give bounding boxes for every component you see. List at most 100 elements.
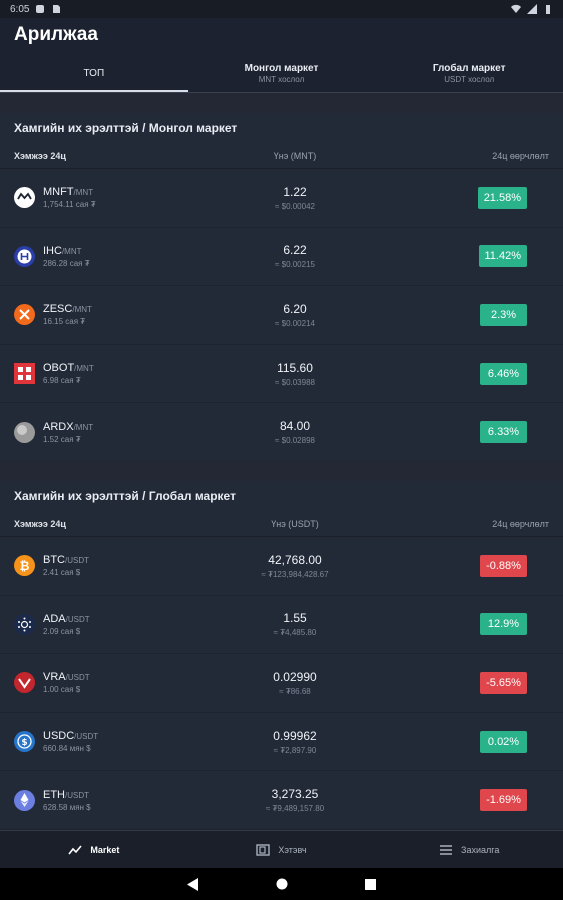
change-badge: -0.88%: [480, 554, 527, 577]
change-badge: 21.58%: [477, 186, 527, 209]
coin-cell: ARDX/MNT 1.52 сая ₮: [0, 421, 190, 444]
nav-wallet[interactable]: Хэтэвч: [188, 831, 376, 868]
market-row[interactable]: VRA/USDT 1.00 сая $ 0.02990 ≈ ₮86.68 -5.…: [0, 654, 563, 713]
market-row[interactable]: ETH/USDT 628.58 мян $ 3,273.25 ≈ ₮9,489,…: [0, 771, 563, 830]
status-time: 6:05: [10, 3, 30, 15]
price-header: Үнэ (MNT): [273, 150, 317, 161]
app-notification-icon: [36, 5, 45, 13]
price-converted: ≈ ₮2,897.90: [273, 745, 317, 755]
price-cell: 0.99962 ≈ ₮2,897.90: [190, 729, 400, 755]
coin-pair: /MNT: [73, 188, 94, 198]
price-value: 115.60: [277, 360, 313, 375]
section-gap: [0, 93, 563, 113]
zesc-icon: [14, 304, 35, 326]
coin-symbol: IHC: [43, 244, 62, 257]
market-row[interactable]: ARDX/MNT 1.52 сая ₮ 84.00 ≈ $0.02898 6.3…: [0, 403, 563, 462]
coin-symbol-line: BTC/USDT: [43, 554, 89, 566]
signal-icon: [527, 4, 537, 14]
change-cell: -5.65%: [400, 671, 563, 694]
nav-label: Хэтэвч: [278, 844, 307, 855]
price-value: 42,768.00: [268, 552, 322, 567]
bottom-nav: Market Хэтэвч Захиалга: [0, 830, 563, 868]
back-button[interactable]: [186, 877, 200, 891]
home-icon: [276, 878, 287, 890]
price-converted: ≈ $0.00215: [275, 260, 315, 270]
coin-symbol-line: ARDX/MNT: [43, 421, 93, 433]
change-cell: 12.9%: [400, 613, 563, 636]
market-row[interactable]: ADA/USDT 2.09 сая $ 1.55 ≈ ₮4,485.80 12.…: [0, 596, 563, 655]
coin-volume: 6.98 сая ₮: [43, 376, 81, 386]
wallet-icon: [256, 843, 271, 856]
coin-pair: /USDT: [65, 673, 90, 683]
nav-orders[interactable]: Захиалга: [375, 831, 563, 868]
coin-symbol: ZESC: [43, 303, 73, 316]
price-converted: ≈ $0.00214: [275, 318, 315, 328]
coin-pair: /USDT: [74, 732, 99, 742]
coin-symbol-line: OBOT/MNT: [43, 362, 94, 374]
coin-cell: ZESC/MNT 16.15 сая ₮: [0, 303, 190, 326]
volume-header: Хэмжээ 24ц: [14, 518, 66, 529]
coin-cell: VRA/USDT 1.00 сая $: [0, 671, 190, 694]
market-row[interactable]: MNFT/MNT 1,754.11 сая ₮ 1.22 ≈ $0.00042 …: [0, 169, 563, 228]
price-value: 1.22: [283, 184, 307, 199]
price-cell: 0.02990 ≈ ₮86.68: [190, 670, 400, 696]
change-badge: 12.9%: [480, 613, 527, 636]
price-converted: ≈ $0.02898: [275, 436, 315, 446]
tab-global-market[interactable]: Глобал маркет USDT хослол: [375, 54, 563, 92]
nav-label: Market: [90, 844, 120, 855]
coin-info: USDC/USDT 660.84 мян $: [43, 730, 98, 753]
tab-top[interactable]: ТОП: [0, 54, 188, 92]
nav-market[interactable]: Market: [0, 831, 188, 868]
coin-cell: ₿ BTC/USDT 2.41 сая $: [0, 554, 190, 577]
recents-button[interactable]: [364, 877, 378, 891]
coin-symbol-line: ZESC/MNT: [43, 303, 92, 315]
price-cell: 6.22 ≈ $0.00215: [190, 243, 400, 269]
coin-volume: 1.52 сая ₮: [43, 434, 81, 444]
coin-symbol: VRA: [43, 671, 66, 684]
sd-card-icon: [53, 5, 61, 13]
coin-symbol-line: ETH/USDT: [43, 789, 91, 801]
market-row[interactable]: OBOT/MNT 6.98 сая ₮ 115.60 ≈ $0.03988 6.…: [0, 345, 563, 404]
coin-symbol: ETH: [43, 788, 65, 801]
coin-symbol: OBOT: [43, 362, 75, 375]
coin-symbol-line: USDC/USDT: [43, 730, 98, 742]
coin-volume: 16.15 сая ₮: [43, 317, 86, 327]
market-row[interactable]: IHC/MNT 286.28 сая ₮ 6.22 ≈ $0.00215 11.…: [0, 228, 563, 287]
ihc-icon: [14, 245, 35, 267]
section-title: Хамгийн их эрэлттэй / Монгол маркет: [14, 121, 238, 135]
price-cell: 1.55 ≈ ₮4,485.80: [190, 611, 400, 637]
tab-sublabel: USDT хослол: [444, 74, 495, 84]
ardx-icon: [14, 421, 35, 443]
wifi-icon: [511, 4, 521, 14]
coin-cell: ADA/USDT 2.09 сая $: [0, 613, 190, 636]
coin-symbol: BTC: [43, 554, 65, 567]
change-cell: -1.69%: [400, 789, 563, 812]
market-row[interactable]: ZESC/MNT 16.15 сая ₮ 6.20 ≈ $0.00214 2.3…: [0, 286, 563, 345]
coin-volume: 286.28 сая ₮: [43, 258, 90, 268]
tab-label: Глобал маркет: [432, 62, 506, 74]
market-row[interactable]: $ USDC/USDT 660.84 мян $ 0.99962 ≈ ₮2,89…: [0, 713, 563, 772]
change-cell: 11.42%: [400, 245, 563, 268]
change-badge: 6.46%: [480, 362, 527, 385]
nav-label: Захиалга: [461, 844, 500, 855]
tab-mongol-market[interactable]: Монгол маркет MNT хослол: [188, 54, 376, 92]
market-tabs: ТОП Монгол маркет MNT хослол Глобал марк…: [0, 54, 563, 92]
coin-volume: 628.58 мян $: [43, 802, 91, 812]
home-button[interactable]: [275, 877, 289, 891]
coin-pair: /MNT: [73, 422, 94, 432]
change-header: 24ц өөрчлөлт: [492, 150, 549, 161]
app-bar: Арилжаа ТОП Монгол маркет MNT хослол Гло…: [0, 18, 563, 92]
change-cell: -0.88%: [400, 554, 563, 577]
global-market-section: Хамгийн их эрэлттэй / Глобал маркет Хэмж…: [0, 481, 563, 830]
ada-icon: [14, 613, 35, 635]
section-gap: [0, 461, 563, 481]
coin-volume: 2.09 сая $: [43, 626, 81, 636]
market-row[interactable]: ₿ BTC/USDT 2.41 сая $ 42,768.00 ≈ ₮123,9…: [0, 537, 563, 596]
coin-symbol: ADA: [43, 612, 66, 625]
coin-symbol-line: MNFT/MNT: [43, 186, 96, 198]
battery-icon: [546, 5, 550, 14]
price-cell: 1.22 ≈ $0.00042: [190, 185, 400, 211]
price-value: 84.00: [279, 419, 311, 434]
eth-icon: [14, 789, 35, 811]
recents-icon: [365, 878, 376, 890]
